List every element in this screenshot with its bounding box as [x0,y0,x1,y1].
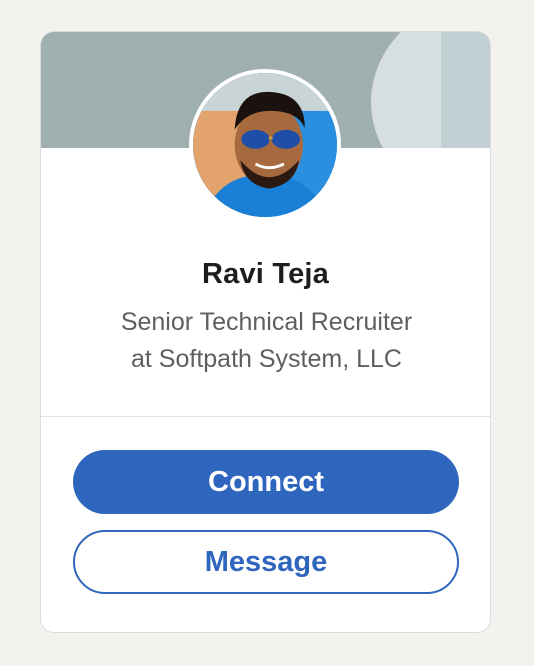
avatar-photo [193,73,337,217]
profile-name[interactable]: Ravi Teja [41,258,490,291]
profile-headline: Senior Technical Recruiter at Softpath S… [71,304,462,378]
divider [41,416,490,417]
profile-card: Ravi Teja Senior Technical Recruiter at … [40,31,491,633]
headline-line-1: Senior Technical Recruiter [120,308,413,336]
connect-button[interactable]: Connect [73,450,459,514]
message-button[interactable]: Message [73,530,459,594]
headline-line-2: at Softpath System, LLC [131,345,402,373]
banner-decoration-stripe [441,32,490,148]
avatar[interactable] [189,69,341,221]
